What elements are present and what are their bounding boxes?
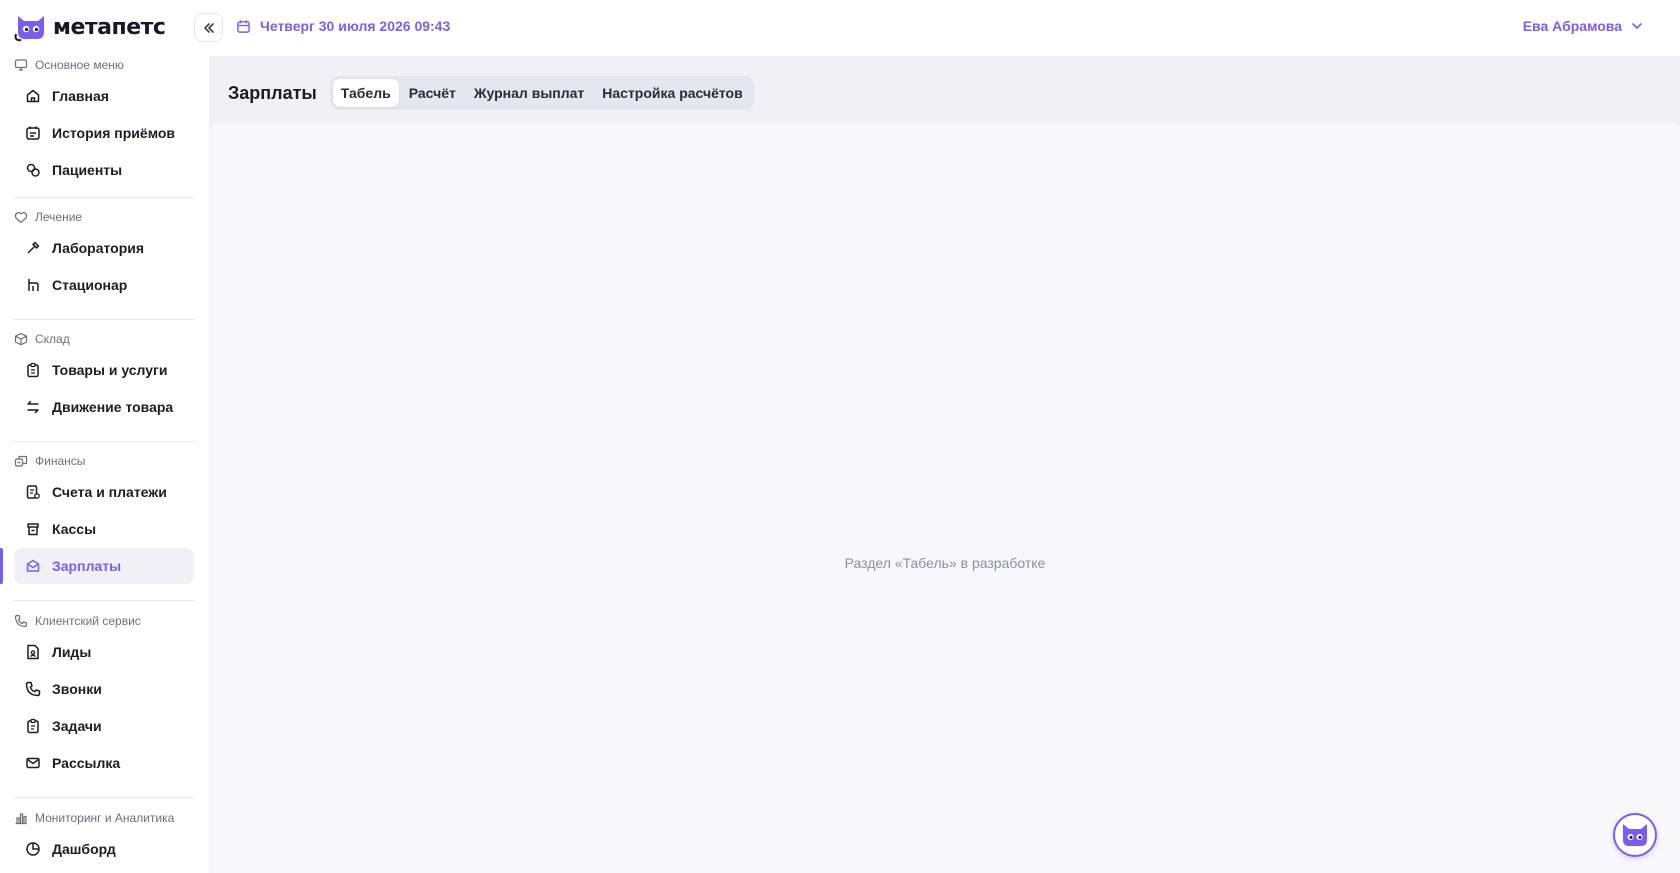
sidebar-item-label: История приёмов [52,125,176,141]
monitor-icon [14,59,28,71]
sidebar-item-laboratory[interactable]: Лаборатория [14,230,194,266]
cat-bot-icon [1623,824,1647,846]
home-icon [26,89,40,103]
sidebar-item-goods-movement[interactable]: Движение товара [14,389,194,425]
sidebar-item-label: Зарплаты [52,558,122,574]
arrows-swap-icon [27,400,39,414]
tab-calculation[interactable]: Расчёт [401,79,464,107]
sidebar-item-leads[interactable]: Лиды [14,634,194,670]
brand-name: метапетс [53,14,166,40]
sidebar-item-label: Главная [52,88,109,104]
sidebar-item-label: Рассылка [52,755,121,771]
active-indicator [0,548,3,584]
sidebar-item-label: Счета и платежи [52,484,167,500]
brand-logo[interactable]: метапетс [13,12,166,42]
sidebar-item-label: Движение товара [52,399,174,415]
sidebar-item-invoices[interactable]: Счета и платежи [14,474,194,510]
current-date: Четверг 30 июля 2026 09:43 [236,18,450,34]
double-chevron-left-icon [203,22,214,33]
sidebar-item-patients[interactable]: Пациенты [14,152,194,188]
mail-icon [26,757,40,769]
section-title-warehouse: Склад [14,330,70,348]
pie-chart-icon [26,842,40,856]
sidebar-item-tasks[interactable]: Задачи [14,708,194,744]
tab-timesheet[interactable]: Табель [332,79,399,107]
sidebar-item-label: Звонки [52,681,102,697]
top-bar: метапетс Четверг 30 июля 2026 09:43 Ева … [0,0,1680,56]
salary-icon [26,559,40,572]
lead-doc-icon [27,644,39,660]
box-icon [14,332,28,346]
sidebar-item-visit-history[interactable]: История приёмов [14,115,194,151]
tab-payment-log[interactable]: Журнал выплат [466,79,592,107]
section-title-treatment: Лечение [14,208,82,226]
user-name: Ева Абрамова [1522,18,1622,34]
bed-icon [28,279,39,291]
sidebar-item-label: Товары и услуги [52,362,168,378]
sidebar-item-label: Стационар [52,277,128,293]
cat-logo-icon [14,16,44,42]
sidebar-divider [14,319,194,320]
tab-bar: Табель Расчёт Журнал выплат Настройка ра… [329,76,754,110]
coins-icon [14,455,28,467]
chevron-down-icon [1632,23,1642,29]
sidebar-item-dashboard[interactable]: Дашборд [14,831,194,867]
sidebar-divider [14,441,194,442]
clipboard-icon [27,362,39,378]
main-content: Зарплаты Табель Расчёт Журнал выплат Нас… [209,56,1680,873]
section-title-finance: Финансы [14,452,85,470]
tasks-icon [27,718,39,734]
page-header: Зарплаты Табель Расчёт Журнал выплат Нас… [228,76,754,110]
sidebar-divider [14,797,194,798]
calendar-list-icon [26,126,40,140]
pipette-icon [27,241,40,254]
sidebar-item-label: Лиды [52,644,92,660]
sidebar-item-label: Пациенты [52,162,123,178]
empty-state-message: Раздел «Табель» в разработке [844,555,1046,571]
tab-calculation-settings[interactable]: Настройка расчётов [594,79,750,107]
sidebar-item-salaries[interactable]: Зарплаты [14,548,194,584]
sidebar-divider [14,197,194,198]
heart-shield-icon [14,211,28,224]
phone-icon [14,614,28,628]
sidebar-item-label: Кассы [52,521,97,537]
assistant-button[interactable] [1613,813,1657,857]
cash-register-icon [27,523,39,536]
section-title-analytics: Мониторинг и Аналитика [14,809,174,827]
sidebar-item-mailing[interactable]: Рассылка [14,745,194,781]
collapse-sidebar-button[interactable] [194,13,223,42]
calendar-icon [237,19,250,33]
invoice-icon [26,485,40,499]
sidebar-item-label: Лаборатория [52,240,145,256]
content-panel: Раздел «Табель» в разработке [210,122,1680,873]
sidebar-item-cash-desks[interactable]: Кассы [14,511,194,547]
bar-chart-icon [15,813,27,825]
sidebar-item-calls[interactable]: Звонки [14,671,194,707]
patients-icon [26,163,40,177]
phone-icon [25,681,41,697]
date-text: Четверг 30 июля 2026 09:43 [260,18,451,34]
sidebar-item-label: Дашборд [52,841,116,857]
page-title: Зарплаты [228,82,317,103]
sidebar-item-goods-services[interactable]: Товары и услуги [14,352,194,388]
user-menu[interactable]: Ева Абрамова [1523,18,1644,34]
sidebar-item-home[interactable]: Главная [14,78,194,114]
section-title-client-service: Клиентский сервис [14,612,141,630]
sidebar-item-label: Задачи [52,718,102,734]
sidebar-divider [14,600,194,601]
sidebar: Основное меню Главная История приёмов Па… [0,56,209,873]
sidebar-item-hospital[interactable]: Стационар [14,267,194,303]
section-title-main: Основное меню [14,56,124,74]
